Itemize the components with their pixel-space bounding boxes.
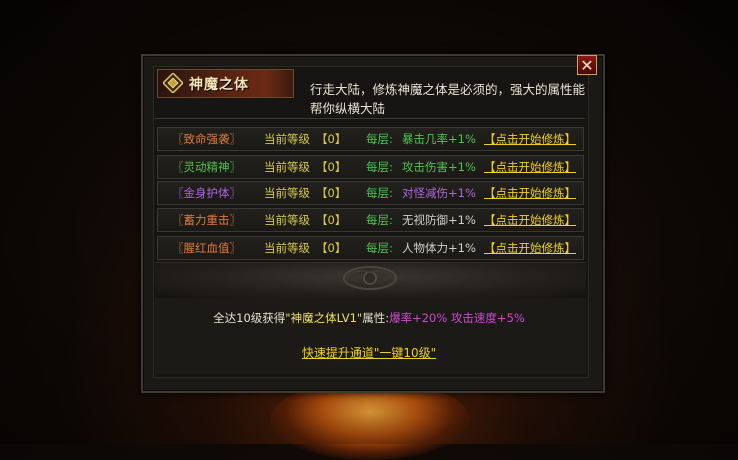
level-label: 当前等级 xyxy=(264,186,310,200)
page-title: 神魔之体 xyxy=(189,77,249,93)
attribute-bonus: 无视防御+1% xyxy=(402,213,476,227)
per-layer-label: 每层: xyxy=(366,132,393,146)
quick-upgrade-link[interactable]: 快速提升通道"一键10级" xyxy=(0,344,738,361)
skill-name: 〖腥红血值〗 xyxy=(172,241,241,255)
reward-bonus-attack-speed: 攻击速度+5% xyxy=(450,311,525,325)
level-value: 【0】 xyxy=(316,241,347,255)
skill-name: 〖灵动精神〗 xyxy=(172,160,241,174)
level-label: 当前等级 xyxy=(264,213,310,227)
start-training-link[interactable]: 【点击开始修炼】 xyxy=(484,156,576,178)
level-value: 【0】 xyxy=(316,160,347,174)
attribute-bonus: 攻击伤害+1% xyxy=(402,160,476,174)
reward-summary: 全达10级获得"神魔之体LV1"属性:爆率+20% 攻击速度+5% xyxy=(0,310,738,326)
reward-bonus-drop-rate: 爆率+20% xyxy=(389,311,448,325)
skill-row: 〖蓄力重击〗 当前等级 【0】 每层: 无视防御+1% 【点击开始修炼】 xyxy=(157,208,584,232)
skill-name: 〖金身护体〗 xyxy=(172,186,241,200)
close-button[interactable]: ✕ xyxy=(577,55,597,75)
reward-attr-label: 属性: xyxy=(362,311,390,325)
start-training-link[interactable]: 【点击开始修炼】 xyxy=(484,128,576,150)
attribute-bonus: 暴击几率+1% xyxy=(402,132,476,146)
level-value: 【0】 xyxy=(316,186,347,200)
divider xyxy=(155,118,585,119)
attribute-bonus: 对怪减伤+1% xyxy=(402,186,476,200)
attribute-bonus: 人物体力+1% xyxy=(402,241,476,255)
reward-prefix: 全达10级获得 xyxy=(213,311,286,325)
per-layer-label: 每层: xyxy=(366,241,393,255)
description-text: 行走大陆，修炼神魔之体是必须的，强大的属性能帮你纵横大陆 xyxy=(310,82,586,116)
level-label: 当前等级 xyxy=(264,132,310,146)
per-layer-label: 每层: xyxy=(366,213,393,227)
level-label: 当前等级 xyxy=(264,160,310,174)
skill-name: 〖致命强袭〗 xyxy=(172,132,241,146)
skill-row: 〖致命强袭〗 当前等级 【0】 每层: 暴击几率+1% 【点击开始修炼】 xyxy=(157,127,584,151)
skill-row: 〖灵动精神〗 当前等级 【0】 每层: 攻击伤害+1% 【点击开始修炼】 xyxy=(157,155,584,179)
level-value: 【0】 xyxy=(316,132,347,146)
skill-row: 〖金身护体〗 当前等级 【0】 每层: 对怪减伤+1% 【点击开始修炼】 xyxy=(157,181,584,205)
level-label: 当前等级 xyxy=(264,241,310,255)
reward-title: "神魔之体LV1" xyxy=(285,311,363,325)
skill-row: 〖腥红血值〗 当前等级 【0】 每层: 人物体力+1% 【点击开始修炼】 xyxy=(157,236,584,260)
dragon-carving-icon xyxy=(343,266,397,290)
diamond-emblem-icon xyxy=(163,73,183,93)
start-training-link[interactable]: 【点击开始修炼】 xyxy=(484,182,576,204)
per-layer-label: 每层: xyxy=(366,160,393,174)
start-training-link[interactable]: 【点击开始修炼】 xyxy=(484,209,576,231)
level-value: 【0】 xyxy=(316,213,347,227)
skill-name: 〖蓄力重击〗 xyxy=(172,213,241,227)
start-training-link[interactable]: 【点击开始修炼】 xyxy=(484,237,576,259)
per-layer-label: 每层: xyxy=(366,186,393,200)
